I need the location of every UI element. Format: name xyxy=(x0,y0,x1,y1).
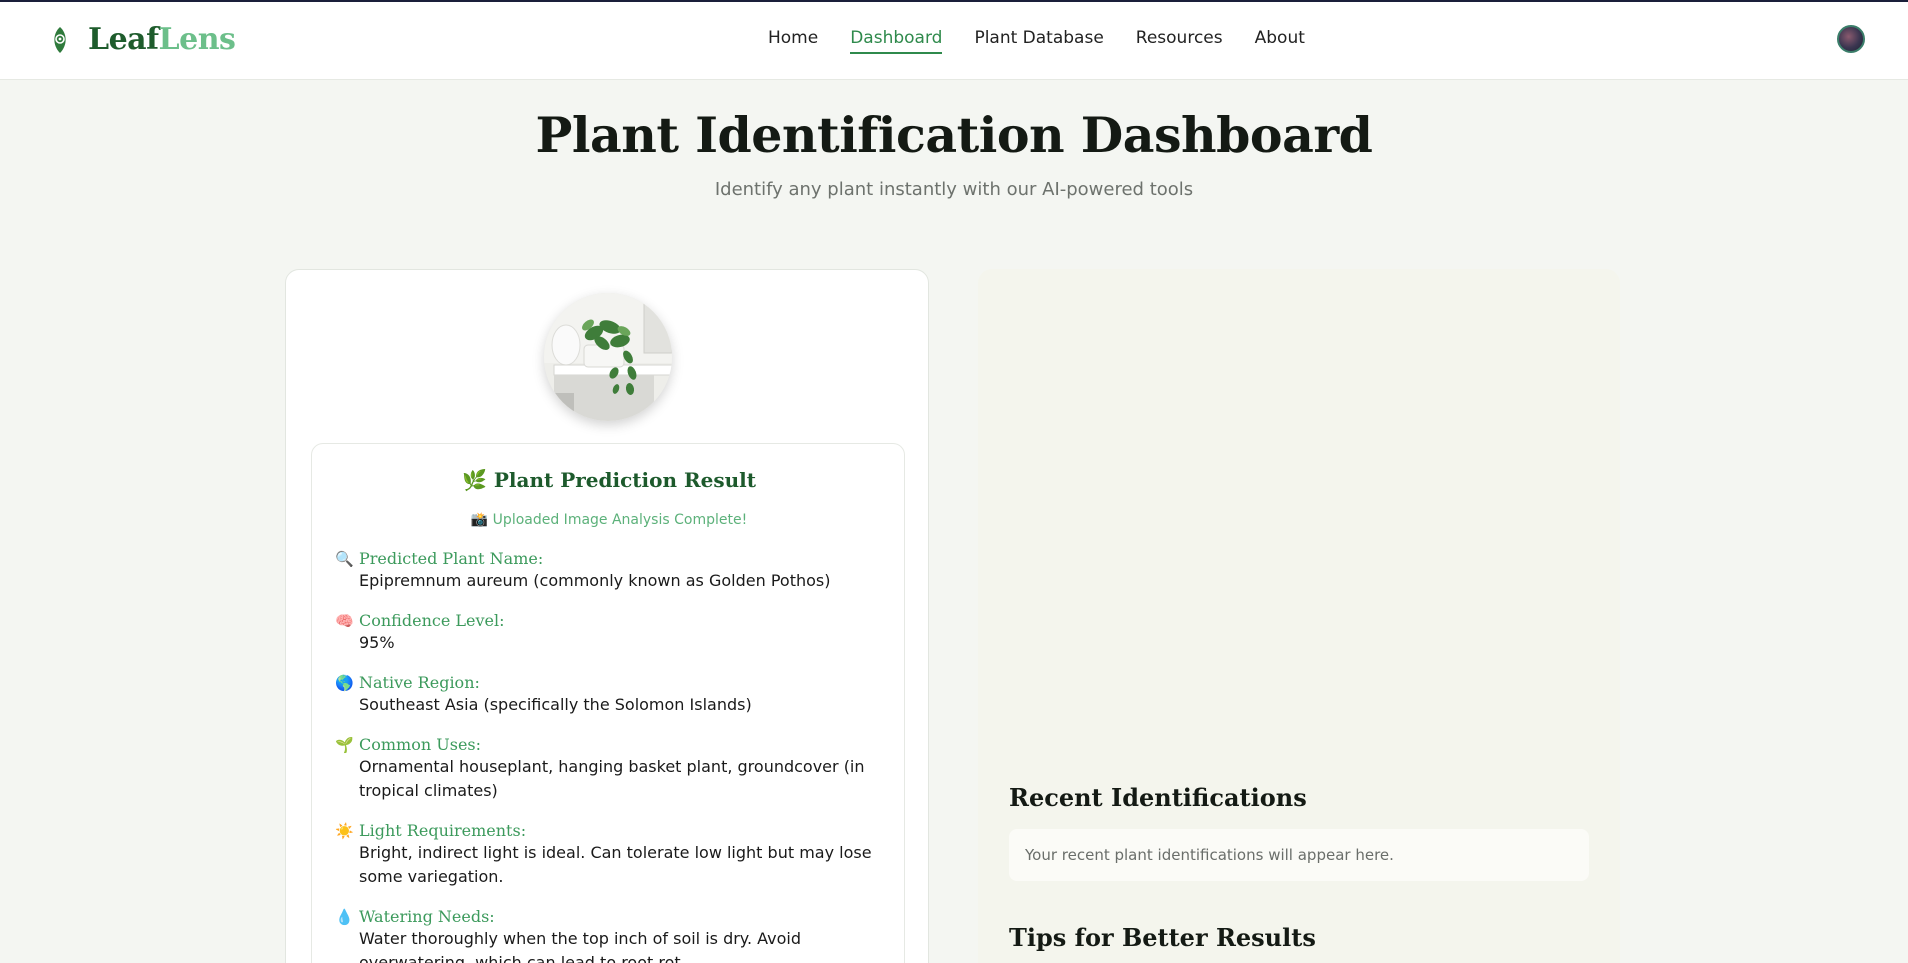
field-label: Watering Needs: xyxy=(359,907,495,926)
sun-icon: ☀️ xyxy=(335,821,354,840)
brand-name-lens: Lens xyxy=(158,22,236,57)
nav-about[interactable]: About xyxy=(1255,28,1305,54)
sidebar-panel: Recent Identifications Your recent plant… xyxy=(978,269,1620,963)
globe-icon: 🌎 xyxy=(335,673,354,692)
recent-identifications-empty: Your recent plant identifications will a… xyxy=(1009,829,1589,881)
field-value: Epipremnum aureum (commonly known as Gol… xyxy=(359,571,831,590)
prediction-card: 🌿 Plant Prediction Result 📸 Uploaded Ima… xyxy=(285,269,929,963)
brain-icon: 🧠 xyxy=(335,611,354,630)
recent-identifications-title: Recent Identifications xyxy=(1009,783,1307,812)
field-plant-name: 🔍 Predicted Plant Name: Epipremnum aureum… xyxy=(335,549,885,593)
seedling-icon: 🌱 xyxy=(335,735,354,754)
analysis-status: 📸 Uploaded Image Analysis Complete! xyxy=(470,512,748,528)
droplet-icon: 💧 xyxy=(335,907,354,926)
field-value: Bright, indirect light is ideal. Can tol… xyxy=(359,843,872,886)
nav-plant-database[interactable]: Plant Database xyxy=(974,28,1103,54)
field-watering-needs: 💧 Watering Needs: Water thoroughly when t… xyxy=(335,907,885,963)
result-fields: 🔍 Predicted Plant Name: Epipremnum aureum… xyxy=(335,549,885,963)
field-label-row: 🔍 Predicted Plant Name: xyxy=(335,549,885,568)
result-title: 🌿 Plant Prediction Result xyxy=(462,468,756,492)
uploaded-plant-image xyxy=(544,293,672,421)
field-value: 95% xyxy=(359,633,395,652)
field-light-requirements: ☀️ Light Requirements: Bright, indirect l… xyxy=(335,821,885,889)
page-title: Plant Identification Dashboard xyxy=(535,106,1373,164)
search-icon: 🔍 xyxy=(335,549,354,568)
tips-title: Tips for Better Results xyxy=(1009,923,1316,952)
site-header: LeafLens Home Dashboard Plant Database R… xyxy=(0,2,1908,80)
field-label-row: 🌱 Common Uses: xyxy=(335,735,885,754)
brand-name-leaf: Leaf xyxy=(88,22,159,57)
leaf-logo-icon xyxy=(54,26,66,53)
field-label-row: 🧠 Confidence Level: xyxy=(335,611,885,630)
prediction-result-box: 🌿 Plant Prediction Result 📸 Uploaded Ima… xyxy=(311,443,905,963)
field-confidence: 🧠 Confidence Level: 95% xyxy=(335,611,885,655)
field-label: Confidence Level: xyxy=(359,611,505,630)
field-label-row: ☀️ Light Requirements: xyxy=(335,821,885,840)
user-avatar[interactable] xyxy=(1837,25,1865,53)
page-subtitle: Identify any plant instantly with our AI… xyxy=(714,179,1194,200)
field-label-row: 💧 Watering Needs: xyxy=(335,907,885,926)
field-label: Native Region: xyxy=(359,673,480,692)
field-value: Water thoroughly when the top inch of so… xyxy=(359,929,802,963)
field-label: Predicted Plant Name: xyxy=(359,549,544,568)
field-label-row: 🌎 Native Region: xyxy=(335,673,885,692)
nav-resources[interactable]: Resources xyxy=(1136,28,1223,54)
brand-name: LeafLens xyxy=(88,22,236,57)
field-common-uses: 🌱 Common Uses: Ornamental houseplant, han… xyxy=(335,735,885,803)
main-nav: Home Dashboard Plant Database Resources … xyxy=(768,28,1305,54)
nav-home[interactable]: Home xyxy=(768,28,818,54)
logo[interactable]: LeafLens xyxy=(50,22,236,57)
field-label: Common Uses: xyxy=(359,735,482,754)
field-native-region: 🌎 Native Region: Southeast Asia (specific… xyxy=(335,673,885,717)
nav-dashboard[interactable]: Dashboard xyxy=(850,28,943,54)
field-value: Ornamental houseplant, hanging basket pl… xyxy=(359,757,865,800)
field-label: Light Requirements: xyxy=(359,821,527,840)
field-value: Southeast Asia (specifically the Solomon… xyxy=(359,695,752,714)
